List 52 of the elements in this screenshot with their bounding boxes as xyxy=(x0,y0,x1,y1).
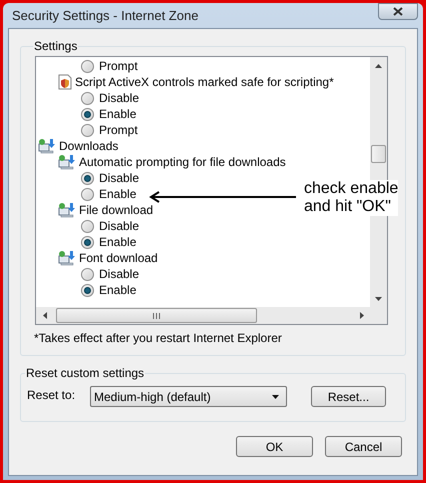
annotation-text: check enable xyxy=(304,180,398,198)
option-label[interactable]: Disable xyxy=(99,89,140,107)
radio-button[interactable] xyxy=(81,188,94,200)
setting-title: Font download xyxy=(79,250,158,267)
close-icon xyxy=(393,7,403,16)
category-title: Downloads xyxy=(59,138,118,155)
scroll-left-icon xyxy=(43,312,47,319)
setting-title: Script ActiveX controls marked safe for scripting* xyxy=(75,74,334,91)
window-title: Security Settings - Internet Zone xyxy=(12,6,198,25)
radio-button[interactable] xyxy=(81,172,94,184)
grip-icon xyxy=(153,312,160,318)
field-label: Reset to: xyxy=(27,386,76,404)
footnote: *Takes effect after you restart Internet Explorer xyxy=(34,330,283,347)
radio-button[interactable] xyxy=(81,124,94,136)
radio-button[interactable] xyxy=(81,220,94,232)
scroll-thumb[interactable] xyxy=(371,145,386,163)
scroll-down-icon xyxy=(375,297,382,301)
option-label[interactable]: Prompt xyxy=(99,121,138,139)
radio-button[interactable] xyxy=(81,92,94,104)
option-label[interactable]: Enable xyxy=(99,105,136,123)
option-label[interactable]: Enable xyxy=(99,233,136,251)
setting-title: Automatic prompting for file downloads xyxy=(79,154,286,171)
reset-button[interactable]: Reset... xyxy=(311,386,386,407)
setting-title: File download xyxy=(79,202,154,219)
computer-download-icon xyxy=(58,154,76,170)
radio-button[interactable] xyxy=(81,60,94,72)
group-label: Reset custom settings xyxy=(25,365,146,382)
option-label[interactable]: Enable xyxy=(99,185,136,203)
option-label[interactable]: Prompt xyxy=(99,57,138,75)
option-label[interactable]: Disable xyxy=(99,217,140,235)
document-shield-icon xyxy=(58,74,72,90)
option-label[interactable]: Disable xyxy=(99,169,140,187)
dropdown-arrow-icon xyxy=(272,394,279,398)
radio-button[interactable] xyxy=(81,284,94,296)
option-label[interactable]: Disable xyxy=(99,265,140,283)
scroll-right-icon xyxy=(360,312,364,319)
scroll-up-icon xyxy=(375,64,382,68)
close-button[interactable] xyxy=(378,3,418,20)
horizontal-scrollbar[interactable] xyxy=(36,307,370,324)
computer-download-icon xyxy=(38,138,56,154)
radio-button[interactable] xyxy=(81,268,94,280)
scroll-thumb[interactable] xyxy=(56,308,257,323)
computer-download-icon xyxy=(58,202,76,218)
radio-button[interactable] xyxy=(81,108,94,120)
dialog-button[interactable]: Cancel xyxy=(325,436,402,457)
option-label[interactable]: Enable xyxy=(99,281,136,299)
computer-download-icon xyxy=(58,250,76,266)
annotation-text: and hit "OK" xyxy=(304,198,392,216)
radio-button[interactable] xyxy=(81,236,94,248)
group-label: Settings xyxy=(33,38,78,55)
dialog-button[interactable]: OK xyxy=(236,436,313,457)
reset-level-dropdown[interactable]: Medium-high (default) xyxy=(90,386,287,407)
